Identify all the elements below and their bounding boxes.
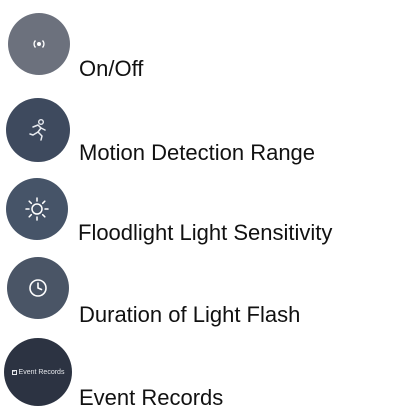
event-records-label: Event Records: [79, 385, 224, 410]
event-box-icon: •: [11, 368, 17, 375]
duration-of-light-flash-label: Duration of Light Flash: [79, 302, 301, 327]
clock-icon: [29, 279, 47, 297]
event-records-button[interactable]: • Event Records: [4, 338, 72, 406]
motion-detection-range-label: Motion Detection Range: [79, 140, 316, 165]
broadcast-icon: [33, 40, 45, 48]
on-off-button[interactable]: [8, 13, 70, 75]
on-off-label: On/Off: [79, 56, 144, 81]
sun-icon: [25, 197, 49, 221]
motion-detection-range-button[interactable]: [6, 98, 70, 162]
duration-of-light-flash-button[interactable]: [7, 257, 69, 319]
floodlight-light-sensitivity-label: Floodlight Light Sensitivity: [78, 220, 333, 245]
event-records-icon: • Event Records: [11, 368, 65, 376]
running-person-icon: [29, 119, 46, 141]
event-records-badge-text: Event Records: [18, 368, 65, 376]
floodlight-light-sensitivity-button[interactable]: [6, 178, 68, 240]
